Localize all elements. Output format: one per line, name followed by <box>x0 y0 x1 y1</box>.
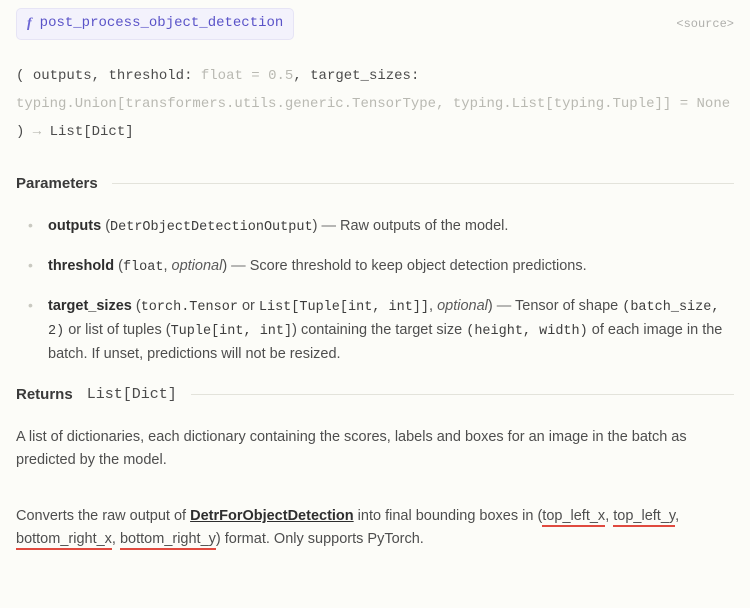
function-signature: ( outputs, threshold: float = 0.5, targe… <box>16 62 734 146</box>
param-outputs: outputs (DetrObjectDetectionOutput) — Ra… <box>24 215 734 239</box>
source-link[interactable]: source <box>676 15 734 34</box>
function-icon: f <box>27 13 32 35</box>
function-header: f post_process_object_detection source <box>16 8 734 40</box>
doc-container: f post_process_object_detection source (… <box>0 0 750 608</box>
param-target-sizes: target_sizes (torch.Tensor or List[Tuple… <box>24 295 734 365</box>
coord-top-left-x: top_left_x <box>542 508 605 527</box>
parameters-list: outputs (DetrObjectDetectionOutput) — Ra… <box>16 215 734 365</box>
function-name: post_process_object_detection <box>40 13 284 35</box>
detr-link[interactable]: DetrForObjectDetection <box>190 508 354 524</box>
coord-top-left-y: top_left_y <box>613 508 675 527</box>
parameters-label: Parameters <box>16 172 98 195</box>
returns-description: A list of dictionaries, each dictionary … <box>16 426 734 471</box>
coord-bottom-right-x: bottom_right_x <box>16 531 112 550</box>
returns-type: List[Dict] <box>87 383 177 406</box>
function-name-pill[interactable]: f post_process_object_detection <box>16 8 294 40</box>
divider <box>191 394 734 395</box>
returns-heading: Returns List[Dict] <box>16 383 734 406</box>
param-threshold: threshold (float, optional) — Score thre… <box>24 255 734 279</box>
function-description: Converts the raw output of DetrForObject… <box>16 505 734 550</box>
parameters-heading: Parameters <box>16 172 734 195</box>
divider <box>112 183 734 184</box>
coord-bottom-right-y: bottom_right_y <box>120 531 216 550</box>
returns-label: Returns <box>16 383 73 406</box>
